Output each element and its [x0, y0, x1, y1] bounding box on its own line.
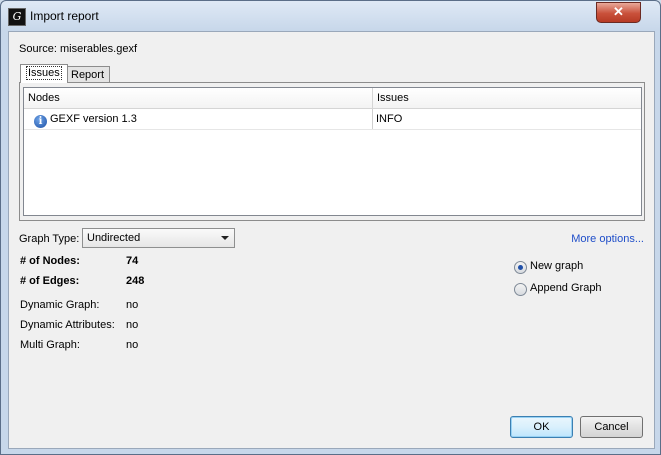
dynamic-graph-value: no: [126, 299, 139, 311]
app-icon: G: [8, 8, 26, 26]
more-options-link[interactable]: More options...: [571, 233, 644, 245]
cell-issue: INFO: [376, 113, 403, 125]
title-bar: G Import report ✕: [1, 1, 660, 31]
edges-count-label: # of Edges:: [20, 275, 80, 287]
new-graph-label: New graph: [530, 260, 584, 272]
append-graph-label: Append Graph: [530, 282, 602, 294]
close-button[interactable]: ✕: [596, 2, 641, 23]
edges-count-value: 248: [126, 275, 145, 287]
issues-panel: Nodes Issues i GEXF version 1.3 INFO: [19, 82, 645, 221]
issues-table[interactable]: Nodes Issues i GEXF version 1.3 INFO: [23, 87, 642, 216]
window-title: Import report: [30, 9, 99, 23]
source-label: Source: miserables.gexf: [19, 43, 137, 55]
tab-issues[interactable]: Issues: [20, 64, 68, 83]
nodes-count-label: # of Nodes:: [20, 255, 80, 267]
dynamic-attributes-label: Dynamic Attributes:: [20, 319, 115, 331]
dialog-body: Source: miserables.gexf Issues Report No…: [8, 31, 655, 449]
cell-node-text: GEXF version 1.3: [50, 113, 137, 125]
column-header-issues[interactable]: Issues: [373, 88, 637, 108]
table-header: Nodes Issues: [24, 88, 641, 109]
graph-type-label: Graph Type:: [19, 233, 80, 245]
chevron-down-icon: [221, 236, 229, 240]
graph-type-value: Undirected: [87, 232, 141, 244]
radio-unselected-icon: [514, 283, 527, 296]
radio-selected-icon: [514, 261, 527, 274]
column-header-nodes[interactable]: Nodes: [24, 88, 373, 108]
multi-graph-value: no: [126, 339, 139, 351]
ok-button[interactable]: OK: [510, 416, 573, 438]
info-icon: i: [34, 115, 47, 128]
nodes-count-value: 74: [126, 255, 139, 267]
import-report-dialog: G Import report ✕ Source: miserables.gex…: [0, 0, 661, 455]
multi-graph-label: Multi Graph:: [20, 339, 80, 351]
table-row[interactable]: i GEXF version 1.3 INFO: [24, 109, 641, 130]
cell-node: i GEXF version 1.3: [34, 109, 373, 129]
tab-issues-label: Issues: [26, 66, 62, 80]
dynamic-attributes-value: no: [126, 319, 139, 331]
graph-type-select[interactable]: Undirected: [82, 228, 235, 248]
dynamic-graph-label: Dynamic Graph:: [20, 299, 100, 311]
cancel-button[interactable]: Cancel: [580, 416, 643, 438]
